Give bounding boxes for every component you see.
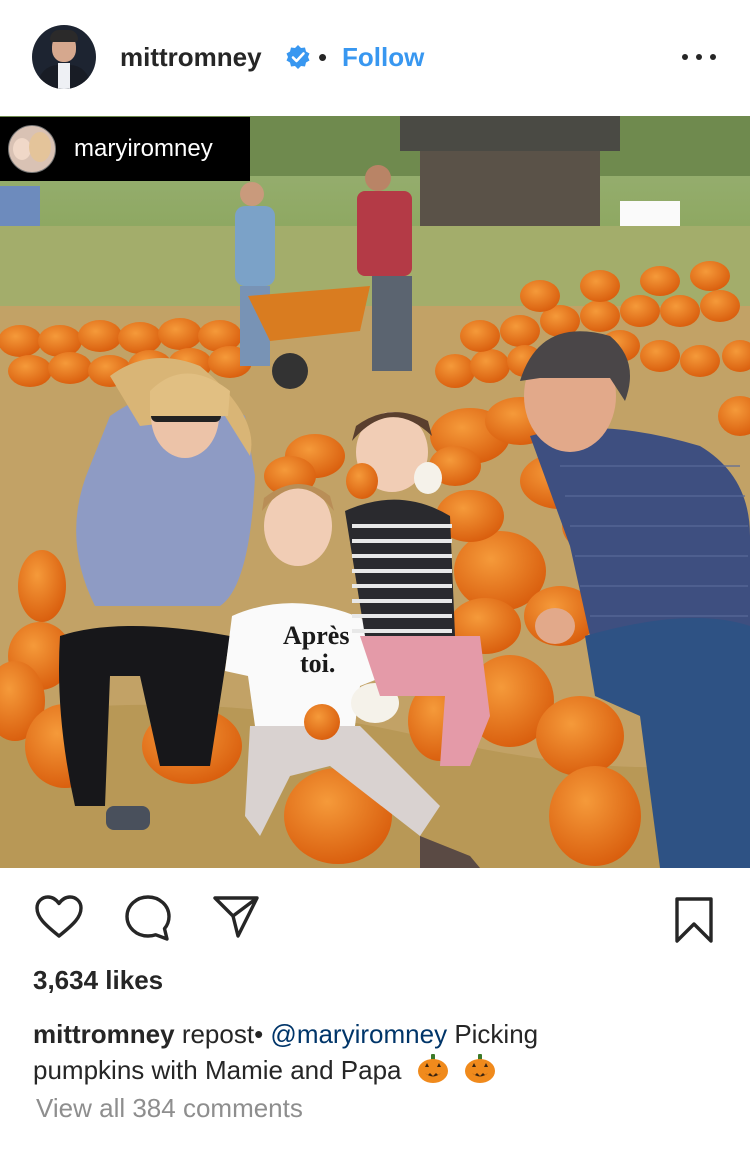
follow-button[interactable]: Follow xyxy=(342,42,424,73)
caption-mention[interactable]: @maryiromney xyxy=(270,1019,447,1049)
more-dots-icon[interactable] xyxy=(682,40,716,74)
comment-bubble-icon[interactable] xyxy=(124,894,172,942)
bookmark-icon[interactable] xyxy=(674,896,714,944)
post-actions xyxy=(0,868,750,958)
jack-o-lantern-icon xyxy=(417,1054,448,1083)
view-comments-link[interactable]: View all 384 comments xyxy=(36,1093,303,1124)
post-header: mittromney • Follow xyxy=(0,0,750,116)
verified-badge-icon xyxy=(286,45,310,69)
paper-plane-icon[interactable] xyxy=(212,894,260,940)
post-caption: mittromney repost• @maryiromney Picking … xyxy=(33,1016,713,1088)
tagged-username: maryiromney xyxy=(74,135,213,162)
username[interactable]: mittromney xyxy=(120,42,262,73)
caption-username[interactable]: mittromney xyxy=(33,1019,175,1049)
jack-o-lantern-icon xyxy=(465,1054,495,1083)
likes-count[interactable]: 3,634 likes xyxy=(33,965,163,996)
tagged-user-label[interactable]: maryiromney xyxy=(0,117,250,181)
post-photo[interactable]: Après toi. xyxy=(0,116,750,868)
heart-icon[interactable] xyxy=(34,894,84,940)
caption-text-2: pumpkins with Mamie and Papa xyxy=(33,1055,402,1085)
caption-text-1: Picking xyxy=(454,1019,539,1049)
tagged-user-avatar xyxy=(8,125,56,173)
profile-avatar[interactable] xyxy=(32,25,96,89)
shirt-text-2: toi. xyxy=(300,649,335,678)
shirt-text-1: Après xyxy=(283,621,349,650)
repost-text: repost• xyxy=(181,1019,264,1049)
separator-dot: • xyxy=(318,42,328,72)
